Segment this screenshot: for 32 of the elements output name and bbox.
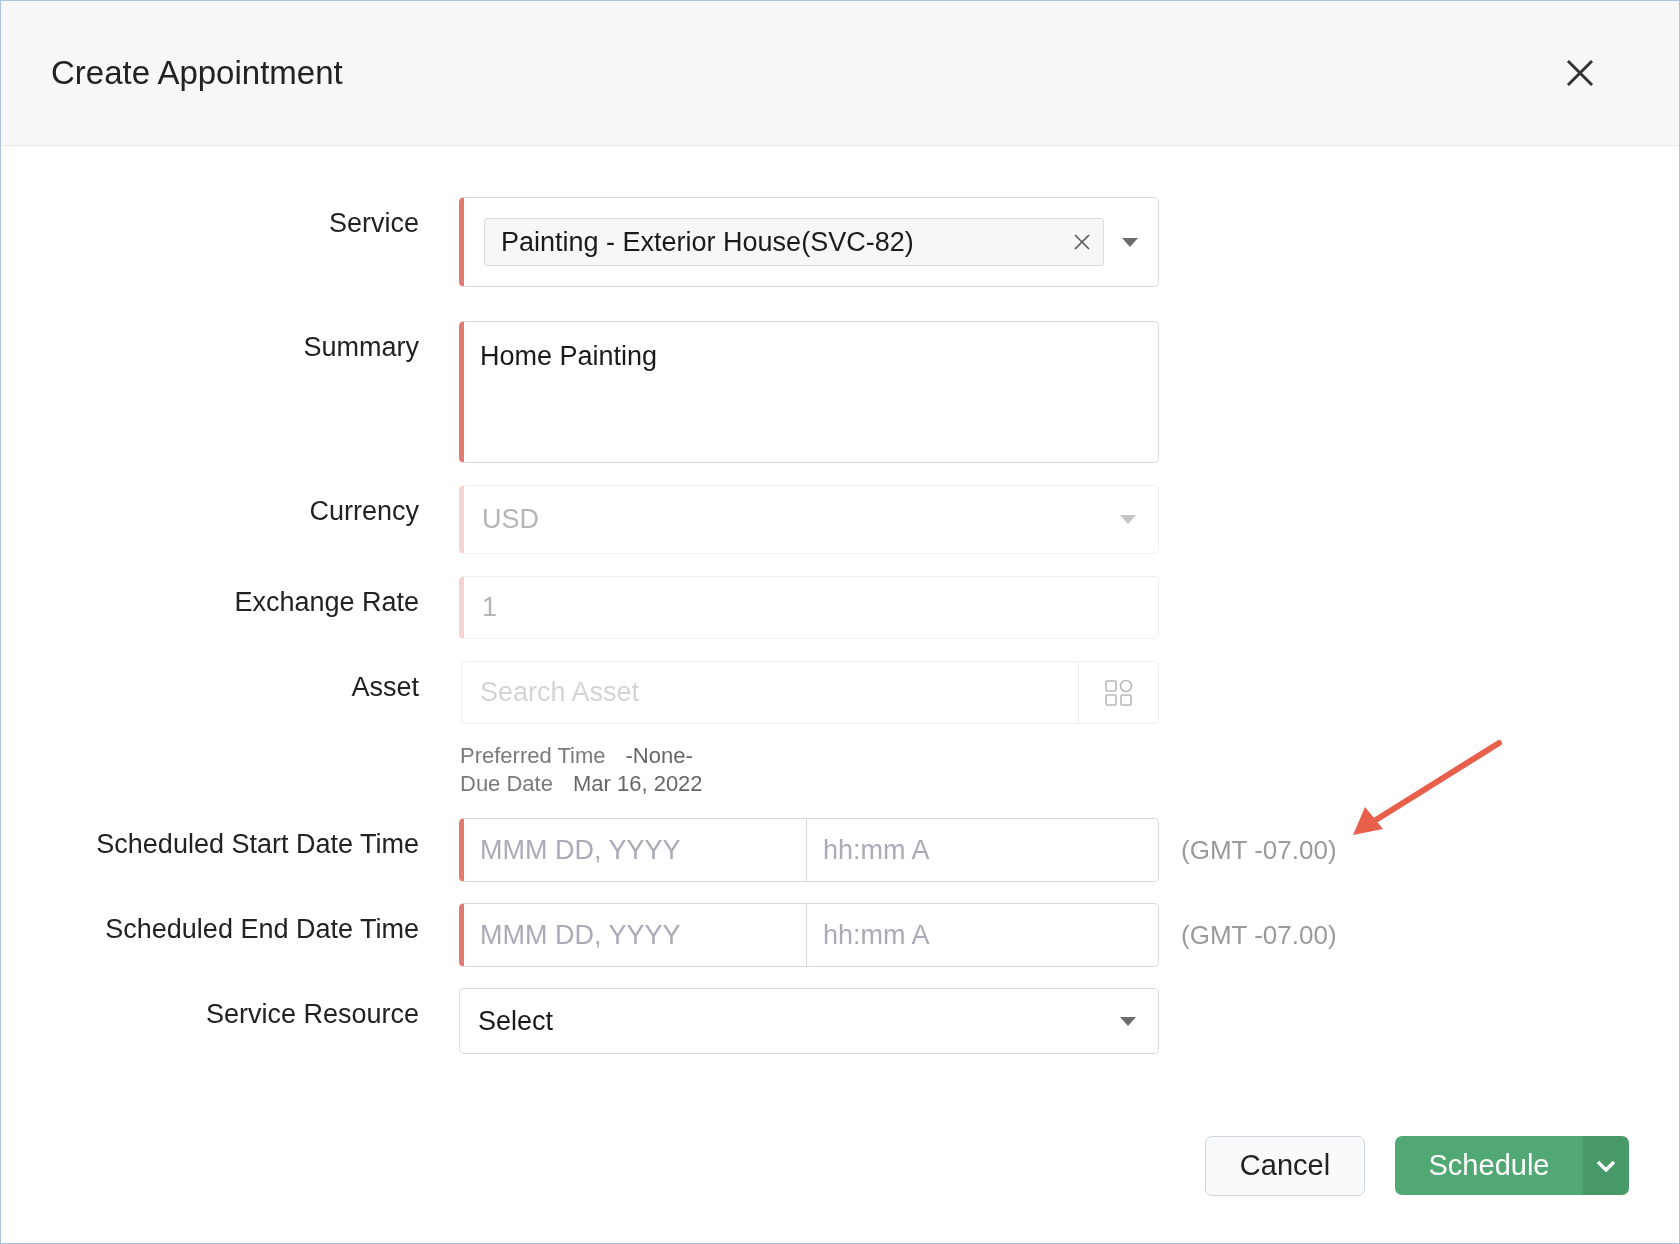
field-label: Currency <box>309 495 419 528</box>
dialog-title: Create Appointment <box>51 53 343 94</box>
info-label: Preferred Time <box>460 742 606 770</box>
date-field[interactable]: MMM DD, YYYY <box>464 904 807 966</box>
info-value: -None- <box>625 742 693 770</box>
field-label: Scheduled Start Date Time <box>96 828 419 861</box>
close-icon[interactable] <box>1073 233 1091 251</box>
date-time-field[interactable]: MMM DD, YYYY hh:mm A <box>459 818 1159 882</box>
field-label: Service <box>328 207 419 240</box>
select-field[interactable]: Select <box>459 988 1159 1054</box>
field-label: Service Resource <box>205 998 419 1031</box>
close-icon[interactable] <box>1566 59 1594 87</box>
cancel-button[interactable]: Cancel <box>1205 1136 1365 1196</box>
info-value: Mar 16, 2022 <box>572 770 703 798</box>
timezone-label: (GMT -07.00) <box>1181 918 1337 952</box>
caret-icon <box>1120 1016 1136 1026</box>
field-label: Asset <box>351 671 419 704</box>
field-label: Summary <box>303 331 419 364</box>
grid-icon <box>1104 678 1133 707</box>
chevron-down-icon <box>1596 1159 1616 1172</box>
field-label: Exchange Rate <box>234 586 419 619</box>
caret-icon <box>1120 515 1136 524</box>
service-name: Painting - Exterior House(SVC-82) <box>501 225 915 259</box>
date-field[interactable]: MMM DD, YYYY <box>464 819 807 881</box>
summary-field[interactable]: Home Painting <box>459 321 1159 463</box>
menu-toggle-button[interactable] <box>1583 1136 1629 1195</box>
service-lookup-field[interactable]: Painting - Exterior House(SVC-82) <box>459 197 1159 287</box>
info-label: Due Date <box>460 770 553 798</box>
field-label: Scheduled End Date Time <box>105 913 419 946</box>
caret-icon <box>1122 237 1138 247</box>
date-time-field[interactable]: MMM DD, YYYY hh:mm A <box>459 903 1159 967</box>
timezone-label: (GMT -07.00) <box>1181 833 1337 867</box>
